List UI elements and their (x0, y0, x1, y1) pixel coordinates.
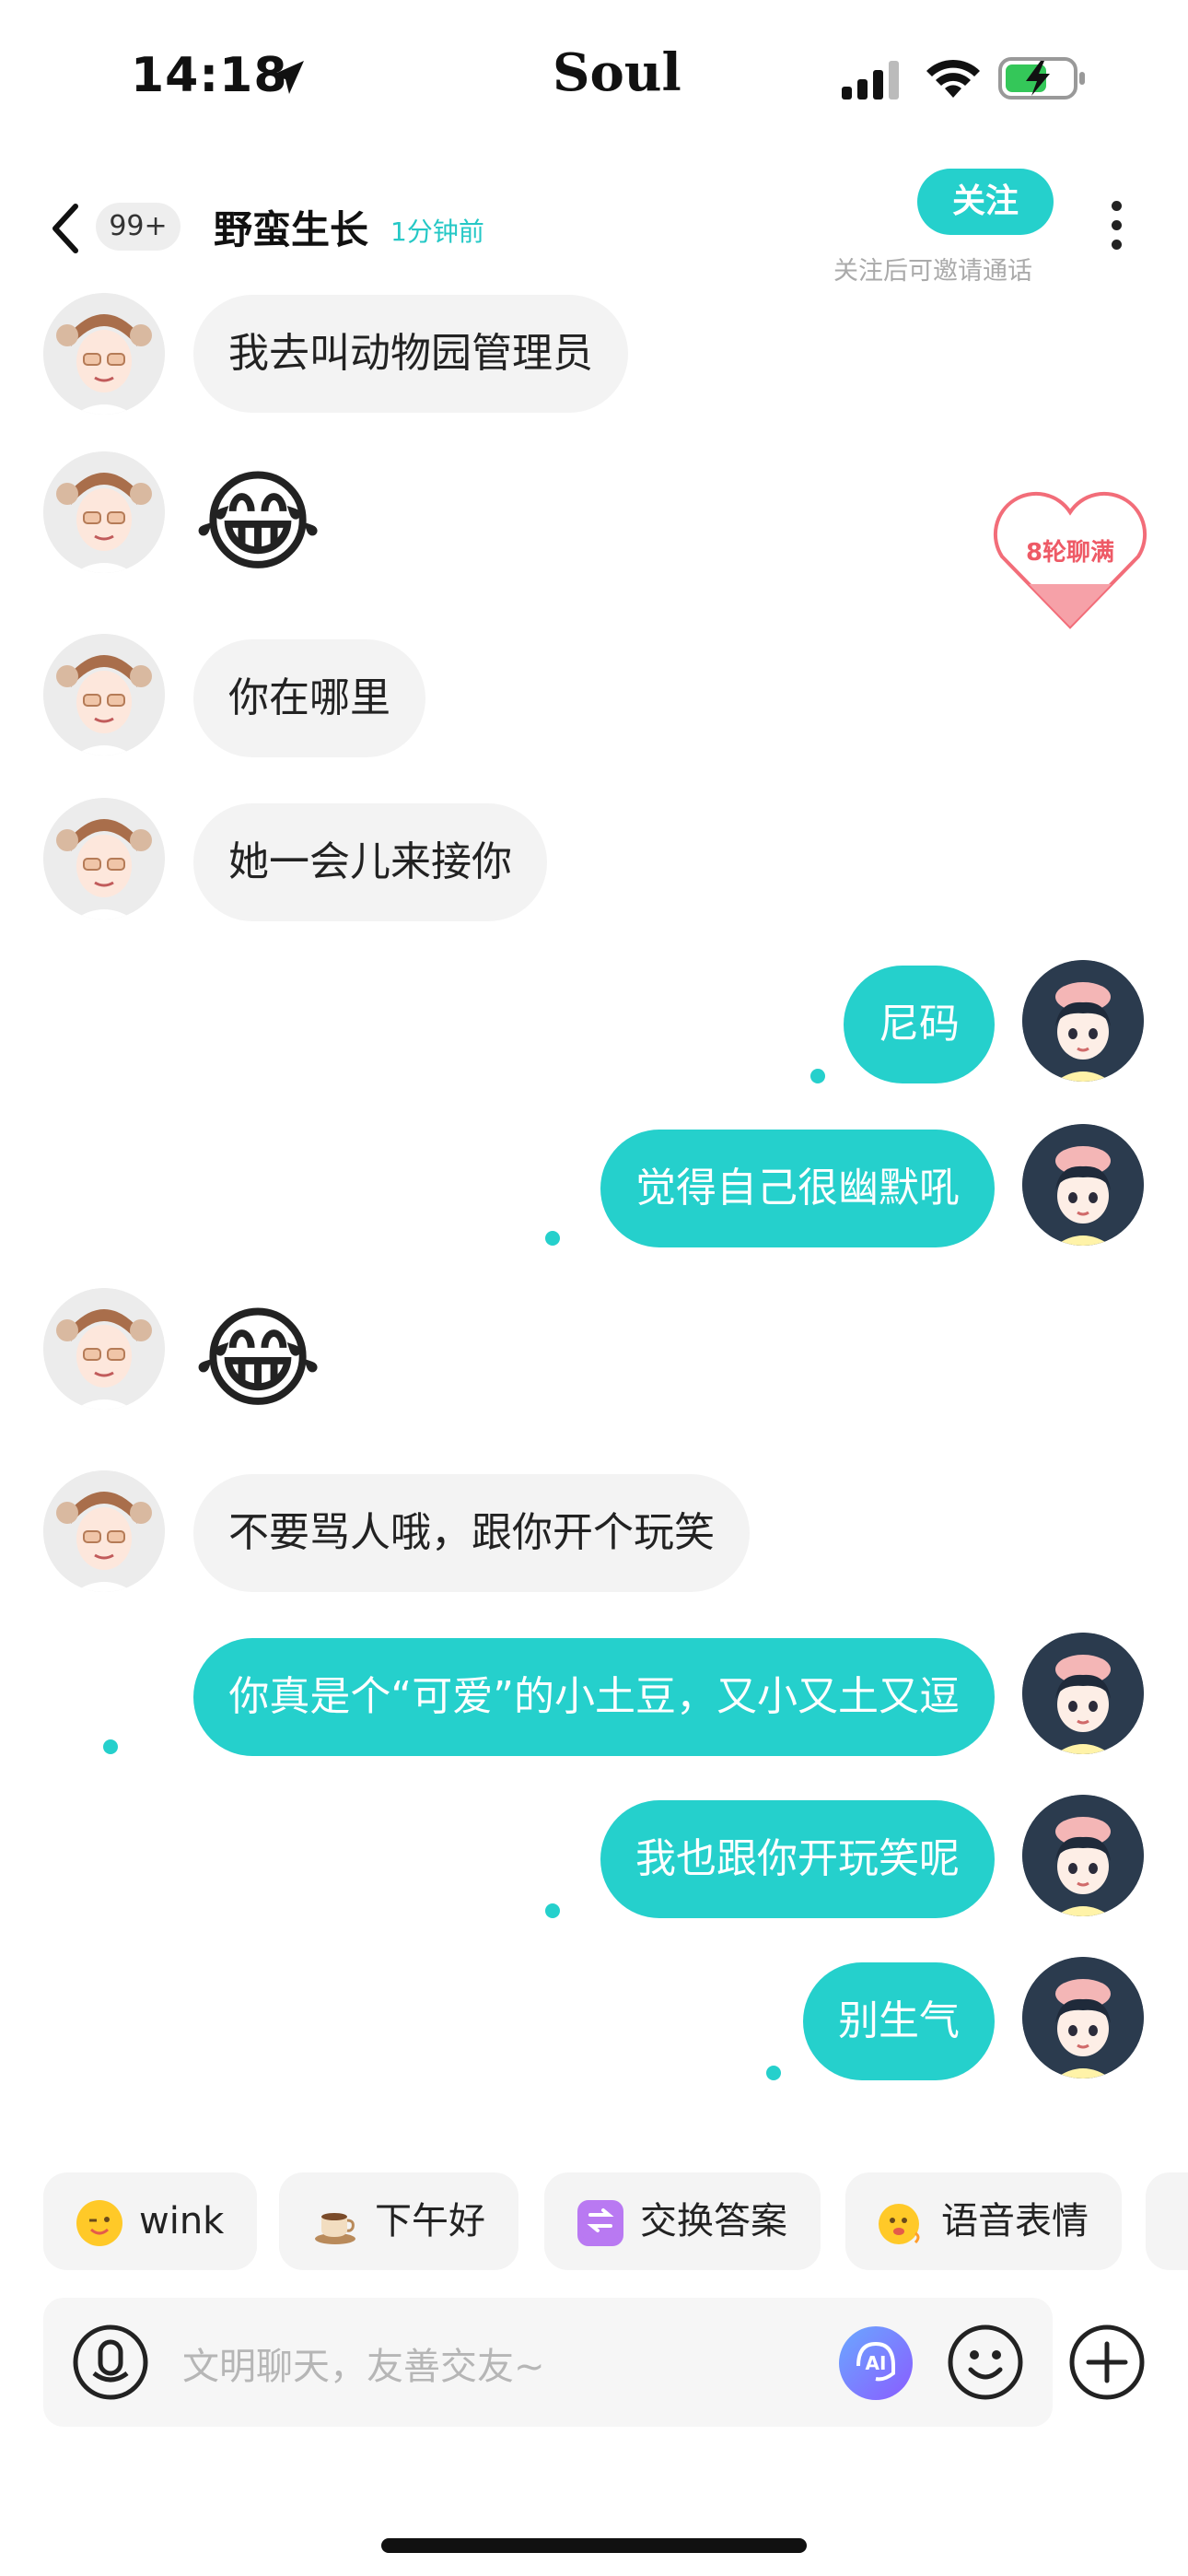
chip-label: 交换答案 (640, 2200, 787, 2242)
battery-charging-icon (998, 57, 1085, 100)
message-input[interactable]: 文明聊天，友善交友~ (182, 2336, 545, 2390)
chat-rounds-heart[interactable]: 8轮聊满 (987, 488, 1153, 636)
male-avatar-icon (43, 634, 165, 755)
chip-label: 语音表情 (941, 2200, 1089, 2242)
unread-badge: 99+ (96, 203, 181, 251)
my-avatar[interactable] (1022, 960, 1144, 1082)
message-bubble-sent[interactable]: 你真是个“可爱”的小土豆，又小又土又逗 (193, 1638, 995, 1756)
quick-reply-exchange-answers[interactable]: 交换答案 (544, 2172, 821, 2270)
male-avatar-icon (43, 1470, 165, 1592)
my-avatar[interactable] (1022, 1633, 1144, 1754)
avatar[interactable] (43, 798, 165, 919)
female-avatar-icon (1022, 1124, 1144, 1246)
follow-hint: 关注后可邀请通话 (833, 257, 1032, 286)
read-indicator (103, 1739, 118, 1754)
emoji-message[interactable]: 😂 (193, 459, 322, 588)
message-bubble-sent[interactable]: 觉得自己很幽默吼 (600, 1130, 995, 1247)
more-options-icon[interactable] (1105, 201, 1127, 256)
voice-input-icon[interactable] (72, 2324, 149, 2401)
heart-label: 8轮聊满 (1026, 539, 1114, 567)
read-indicator (810, 1069, 825, 1083)
svg-text:AI: AI (866, 2352, 887, 2374)
quick-reply-overflow[interactable] (1146, 2172, 1188, 2270)
female-avatar-icon (1022, 1633, 1144, 1754)
message-bubble-sent[interactable]: 我也跟你开玩笑呢 (600, 1800, 995, 1918)
message-bubble[interactable]: 你在哪里 (193, 639, 425, 757)
male-avatar-icon (43, 1288, 165, 1410)
ai-assistant-icon[interactable]: AI (838, 2325, 914, 2401)
chat-title[interactable]: 野蛮生长 (214, 199, 368, 255)
follow-button[interactable]: 关注 (917, 169, 1054, 235)
read-indicator (766, 2066, 781, 2080)
coffee-icon (312, 2200, 358, 2246)
wink-emoji-icon (76, 2200, 122, 2246)
last-active: 1分钟前 (390, 217, 484, 247)
read-indicator (545, 1903, 560, 1918)
quick-reply-voice-emoji[interactable]: 语音表情 (845, 2172, 1122, 2270)
message-bubble[interactable]: 她一会儿来接你 (193, 803, 547, 921)
quick-reply-good-afternoon[interactable]: 下午好 (279, 2172, 518, 2270)
signal-icon (842, 61, 899, 100)
chip-label: wink (139, 2200, 225, 2242)
message-bubble-sent[interactable]: 尼码 (844, 966, 995, 1083)
wifi-icon (926, 59, 980, 98)
chip-label: 下午好 (375, 2200, 485, 2242)
female-avatar-icon (1022, 960, 1144, 1082)
male-avatar-icon (43, 798, 165, 919)
location-arrow-icon (271, 61, 304, 94)
my-avatar[interactable] (1022, 1124, 1144, 1246)
female-avatar-icon (1022, 1957, 1144, 2078)
avatar[interactable] (43, 1470, 165, 1592)
home-indicator[interactable] (381, 2538, 807, 2553)
emoji-message[interactable]: 😂 (193, 1295, 322, 1424)
avatar[interactable] (43, 1288, 165, 1410)
back-arrow-icon[interactable] (46, 201, 83, 256)
message-bubble[interactable]: 不要骂人哦，跟你开个玩笑 (193, 1474, 750, 1592)
avatar[interactable] (43, 451, 165, 573)
male-avatar-icon (43, 293, 165, 415)
quick-reply-wink[interactable]: wink (43, 2172, 258, 2270)
male-avatar-icon (43, 451, 165, 573)
my-avatar[interactable] (1022, 1957, 1144, 2078)
message-bubble[interactable]: 我去叫动物园管理员 (193, 295, 628, 413)
avatar[interactable] (43, 293, 165, 415)
read-indicator (545, 1231, 560, 1246)
exchange-answers-icon (577, 2200, 623, 2246)
add-attachment-icon[interactable] (1068, 2324, 1146, 2401)
message-bubble-sent[interactable]: 别生气 (803, 1962, 995, 2080)
voice-emoji-icon (879, 2200, 925, 2246)
emoji-picker-icon[interactable] (947, 2324, 1024, 2401)
avatar[interactable] (43, 634, 165, 755)
status-time: 14:18 (131, 48, 288, 103)
status-app-name: Soul (553, 42, 681, 103)
my-avatar[interactable] (1022, 1795, 1144, 1916)
female-avatar-icon (1022, 1795, 1144, 1916)
